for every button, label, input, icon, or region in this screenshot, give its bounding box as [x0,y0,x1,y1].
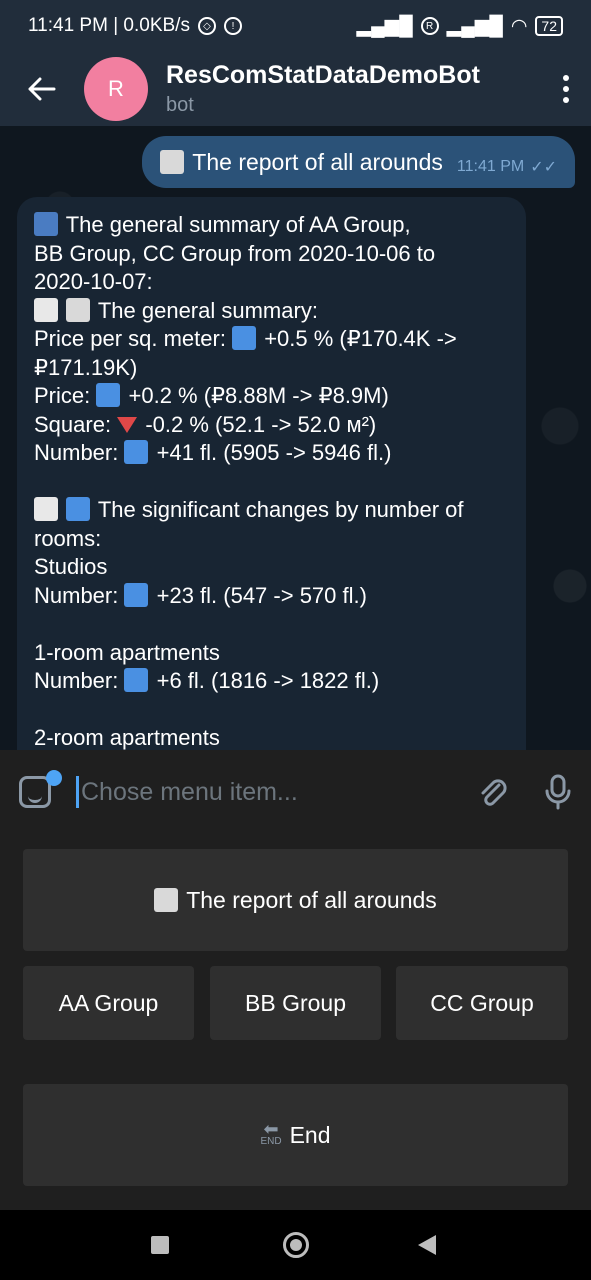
cc-group-button[interactable]: CC Group [396,966,568,1040]
message-line: Number: +23 fl. (547 -> 570 fl.) [34,582,367,608]
sticker-emoji-button[interactable] [0,750,70,834]
message-line: 2-room apartments [34,725,220,750]
microphone-icon[interactable] [525,750,591,834]
message-line: ₽171.19K) [34,354,138,380]
bot-keyboard: The report of all arounds AA Group BB Gr… [0,834,591,1210]
wifi-icon: ◠ [510,15,528,37]
message-line: Studios [34,554,108,579]
recents-icon[interactable] [151,1236,169,1254]
message-line: The general summary of AA Group, [34,211,509,240]
up-arrow-emoji-icon [96,383,121,407]
chat-header: R ResComStatDataDemoBot bot [0,52,591,126]
message-line: BB Group, CC Group from 2020-10-06 to [34,240,436,266]
signal-icon: ▂▄▆█ [356,15,413,37]
outgoing-message-text: The report of all arounds [192,148,443,175]
alert-icon: ! [223,17,242,35]
notification-dot [46,770,62,786]
signal-icon-2: ▂▄▆█ [446,15,503,37]
paperclip-icon[interactable] [459,750,525,834]
down-triangle-emoji-icon [117,416,138,433]
battery-icon: 72 [535,16,563,36]
message-input-bar [0,750,591,834]
message-line: 2020-10-07: [34,269,153,294]
more-menu-icon[interactable] [541,52,591,126]
incoming-message[interactable]: The general summary of AA Group, BB Grou… [17,197,526,750]
home-icon[interactable] [283,1232,309,1258]
aa-group-button[interactable]: AA Group [23,966,194,1040]
system-nav-bar [0,1210,591,1280]
message-line: Square: -0.2 % (52.1 -> 52.0 м²) [34,411,377,437]
message-line: rooms: [34,525,102,551]
bb-group-label: BB Group [245,989,346,1016]
message-line: Number: +6 fl. (1816 -> 1822 fl.) [34,668,380,693]
chat-area[interactable]: The report of all arounds 11:41 PM ✓✓ Th… [0,126,591,750]
status-time: 11:41 PM | 0.0KB/s [28,15,190,36]
message-line [34,468,509,497]
message-line [34,610,509,639]
up-arrow-emoji-icon [232,326,257,350]
message-line: The significant changes by number of [34,496,509,525]
chat-subtitle: bot [166,94,194,116]
message-time: 11:41 PM [456,158,525,175]
message-line: Number: +41 fl. (5905 -> 5946 fl.) [34,440,392,465]
outgoing-message[interactable]: The report of all arounds 11:41 PM ✓✓ [142,136,575,188]
shield-icon: ◇ [197,17,216,35]
registered-icon: R [420,17,439,35]
message-line: Price per sq. meter: +0.5 % (₽170.4K -> [34,326,457,351]
read-ticks-icon: ✓✓ [530,159,557,176]
message-input[interactable] [79,777,459,807]
end-arrow-icon: ⬅ END [260,1119,282,1147]
report-all-button[interactable]: The report of all arounds [23,849,568,951]
chat-title: ResComStatDataDemoBot [166,61,480,89]
up-arrow-emoji-icon [124,668,149,692]
message-line [34,696,509,725]
numbers-emoji-icon [66,497,91,521]
avatar[interactable]: R [84,57,148,121]
back-triangle-icon[interactable] [418,1235,436,1255]
report-all-label: The report of all arounds [186,886,437,913]
up-arrow-emoji-icon [124,582,149,607]
avatar-letter: R [108,76,124,101]
chart-emoji-icon [34,297,58,322]
end-button[interactable]: ⬅ END End [23,1084,568,1186]
message-line: The general summary: [34,297,509,326]
bb-group-button[interactable]: BB Group [210,966,381,1040]
document-emoji-icon [66,297,91,322]
end-label: End [289,1121,331,1148]
document-emoji-icon [160,150,185,174]
chart-emoji-icon [34,497,58,521]
chat-title-block[interactable]: ResComStatDataDemoBot bot [166,61,480,117]
outbox-emoji-icon [34,212,58,236]
message-line: Price: +0.2 % (₽8.88M -> ₽8.9M) [34,383,389,408]
message-line: 1-room apartments [34,639,220,665]
cc-group-label: CC Group [430,989,534,1016]
status-bar: 11:41 PM | 0.0KB/s ◇ ! ▂▄▆█ R ▂▄▆█ ◠ 72 [0,0,591,52]
aa-group-label: AA Group [58,989,159,1016]
document-emoji-icon [154,888,179,912]
up-arrow-emoji-icon [124,440,149,464]
end-icon-text: END [260,1136,282,1147]
back-arrow-icon[interactable] [0,52,84,126]
battery-level: 72 [541,18,557,34]
